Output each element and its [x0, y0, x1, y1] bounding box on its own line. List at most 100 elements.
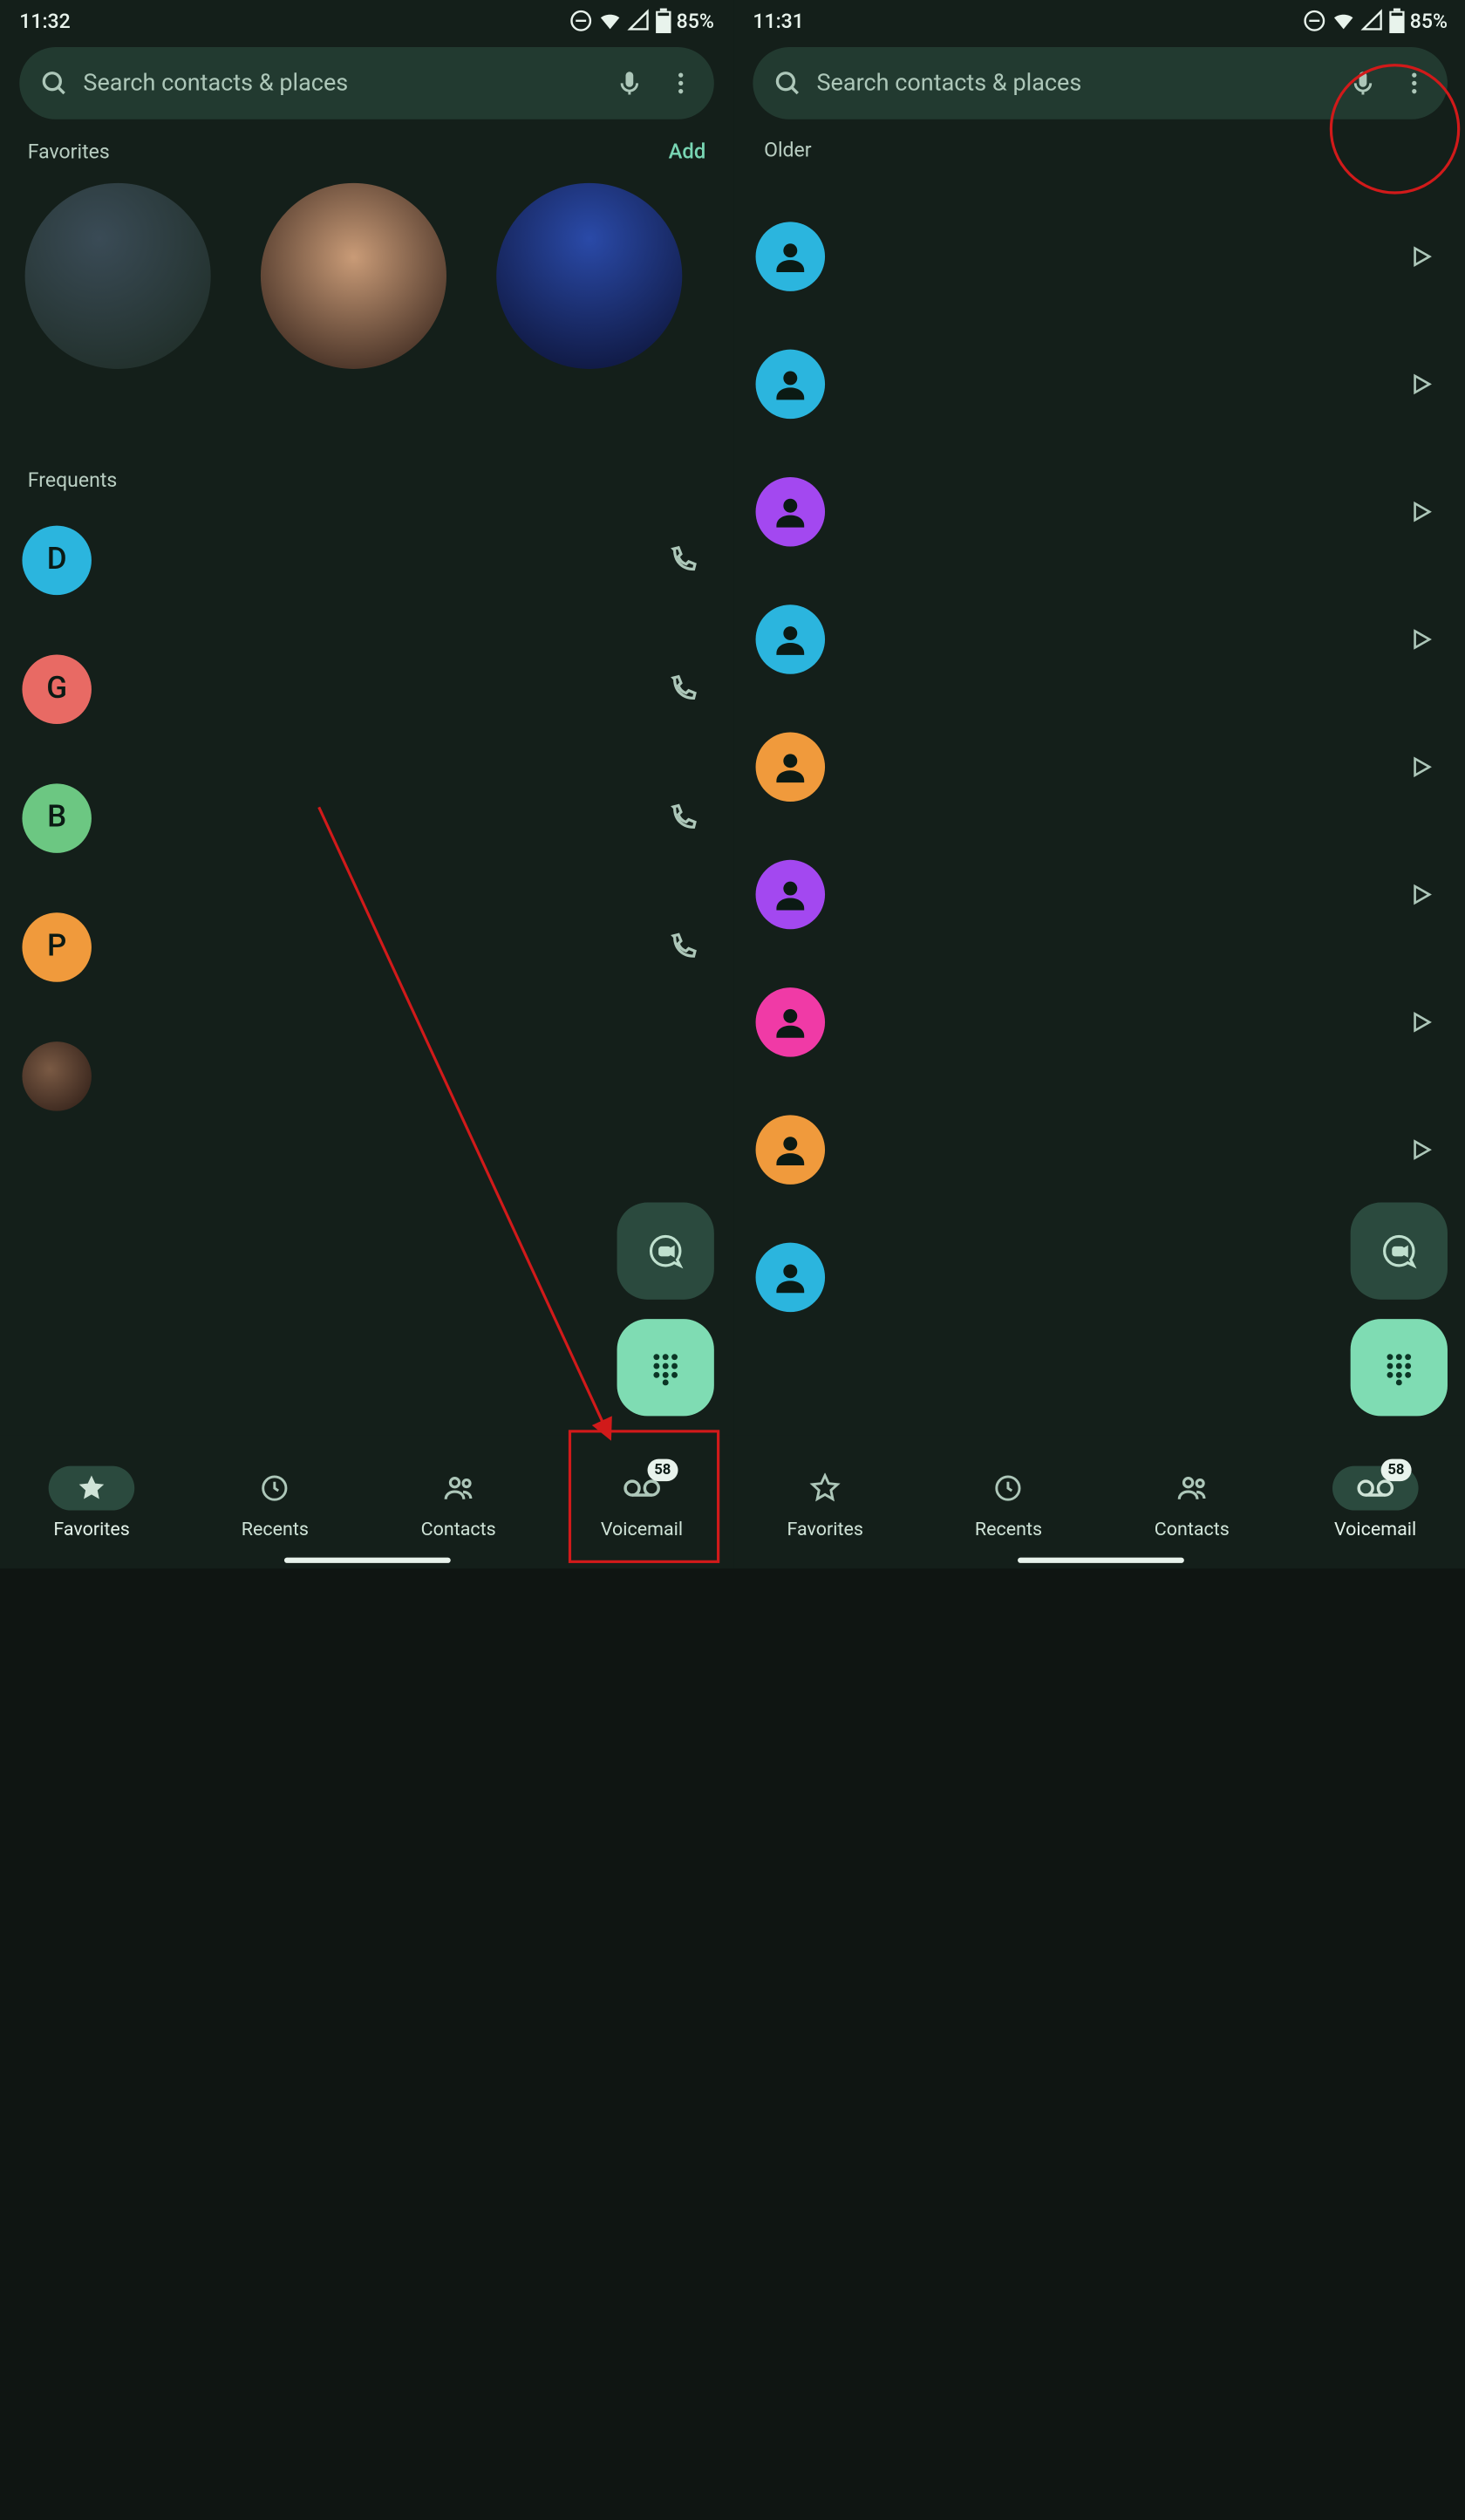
voicemail-item[interactable] — [756, 959, 1445, 1086]
contact-avatar: P — [22, 912, 92, 981]
status-bar: 11:31 85% — [733, 0, 1465, 39]
play-button[interactable] — [1398, 871, 1445, 919]
call-button[interactable] — [656, 790, 712, 846]
nav-label: Voicemail — [601, 1518, 683, 1540]
favorites-row — [0, 172, 733, 380]
recents-icon — [993, 1472, 1024, 1503]
nav-favorites[interactable]: Favorites — [733, 1437, 916, 1568]
status-bar: 11:32 85% — [0, 0, 733, 39]
search-icon — [39, 68, 70, 99]
battery-icon — [1389, 9, 1404, 34]
favorites-add[interactable]: Add — [669, 139, 706, 164]
search-bar[interactable]: Search contacts & places — [753, 47, 1448, 120]
frequent-item[interactable]: B — [22, 753, 711, 882]
gesture-bar — [283, 1558, 450, 1563]
contact-avatar — [22, 1041, 92, 1110]
nav-bar: Favorites Recents Contacts 58 Voicemail — [733, 1436, 1465, 1569]
signal-icon — [626, 9, 651, 34]
favorites-header: Favorites Add — [0, 133, 733, 173]
contact-avatar — [756, 860, 826, 930]
voicemail-item[interactable] — [756, 320, 1445, 447]
nav-contacts[interactable]: Contacts — [1100, 1437, 1284, 1568]
frequent-item[interactable]: G — [22, 625, 711, 754]
contact-avatar — [756, 222, 826, 290]
play-button[interactable] — [1398, 616, 1445, 663]
phone-left: 11:32 85% Search contacts & places Favor… — [0, 0, 733, 1568]
play-button[interactable] — [1398, 360, 1445, 407]
battery-percent: 85% — [677, 9, 714, 32]
play-button[interactable] — [1398, 233, 1445, 280]
older-label: Older — [764, 139, 812, 162]
favorite-avatar[interactable] — [25, 183, 211, 369]
video-fab[interactable] — [617, 1203, 714, 1300]
nav-label: Recents — [242, 1518, 309, 1540]
nav-bar: Favorites Recents Contacts 58 Voicemail — [0, 1436, 733, 1569]
contact-avatar — [756, 1243, 826, 1313]
voicemail-item[interactable] — [756, 1086, 1445, 1213]
nav-recents[interactable]: Recents — [916, 1437, 1100, 1568]
signal-icon — [1360, 9, 1386, 34]
video-fab[interactable] — [1351, 1203, 1448, 1300]
frequent-item[interactable]: D — [22, 495, 711, 625]
more-icon[interactable] — [667, 70, 695, 98]
contact-avatar — [756, 733, 826, 802]
call-button[interactable] — [656, 661, 712, 717]
contact-avatar — [756, 477, 826, 547]
nav-label: Contacts — [421, 1518, 496, 1540]
frequent-item[interactable]: P — [22, 882, 711, 1011]
mic-icon[interactable] — [614, 68, 644, 99]
contacts-icon — [1175, 1472, 1209, 1503]
nav-label: Favorites — [53, 1518, 129, 1540]
older-header: Older — [733, 133, 1465, 166]
clock: 11:32 — [19, 9, 71, 32]
voicemail-item[interactable] — [756, 576, 1445, 703]
mic-icon[interactable] — [1347, 68, 1378, 99]
frequents-label: Frequents — [28, 468, 118, 492]
search-placeholder: Search contacts & places — [817, 70, 1348, 98]
dnd-icon — [1302, 9, 1327, 34]
voicemail-item[interactable] — [756, 703, 1445, 830]
star-icon — [810, 1472, 841, 1503]
favorites-label: Favorites — [28, 140, 110, 163]
contact-avatar: D — [22, 525, 92, 595]
voicemail-item[interactable] — [756, 193, 1445, 320]
status-icons: 85% — [569, 9, 714, 34]
nav-label: Voicemail — [1334, 1518, 1416, 1540]
play-button[interactable] — [1398, 999, 1445, 1046]
voicemail-item[interactable] — [756, 830, 1445, 958]
gesture-bar — [1017, 1558, 1183, 1563]
nav-recents[interactable]: Recents — [183, 1437, 366, 1568]
frequent-item[interactable] — [22, 1011, 711, 1140]
frequents-header: Frequents — [0, 463, 733, 495]
play-button[interactable] — [1398, 1126, 1445, 1173]
voicemail-badge: 58 — [1380, 1458, 1411, 1480]
voicemail-item[interactable] — [756, 448, 1445, 576]
nav-label: Favorites — [787, 1518, 862, 1540]
voicemail-badge: 58 — [647, 1458, 678, 1480]
call-button[interactable] — [656, 919, 712, 974]
contacts-icon — [442, 1472, 475, 1503]
play-button[interactable] — [1398, 743, 1445, 790]
star-filled-icon — [77, 1472, 107, 1503]
contact-avatar — [756, 350, 826, 420]
nav-favorites[interactable]: Favorites — [0, 1437, 183, 1568]
contact-avatar — [756, 1115, 826, 1185]
dialpad-fab[interactable] — [617, 1319, 714, 1416]
nav-label: Recents — [975, 1518, 1042, 1540]
favorite-avatar[interactable] — [261, 183, 446, 369]
search-bar[interactable]: Search contacts & places — [19, 47, 714, 120]
voicemail-item[interactable] — [756, 1213, 1445, 1341]
contact-avatar — [756, 987, 826, 1057]
nav-voicemail[interactable]: 58 Voicemail — [1284, 1437, 1465, 1568]
play-button[interactable] — [1398, 488, 1445, 536]
nav-contacts[interactable]: Contacts — [367, 1437, 550, 1568]
dialpad-fab[interactable] — [1351, 1319, 1448, 1416]
search-placeholder: Search contacts & places — [83, 70, 614, 98]
contact-avatar — [756, 604, 826, 674]
favorite-avatar[interactable] — [496, 183, 682, 369]
more-icon[interactable] — [1400, 70, 1428, 98]
call-button[interactable] — [656, 532, 712, 588]
nav-label: Contacts — [1155, 1518, 1230, 1540]
nav-voicemail[interactable]: 58 Voicemail — [550, 1437, 733, 1568]
battery-percent: 85% — [1410, 9, 1448, 32]
